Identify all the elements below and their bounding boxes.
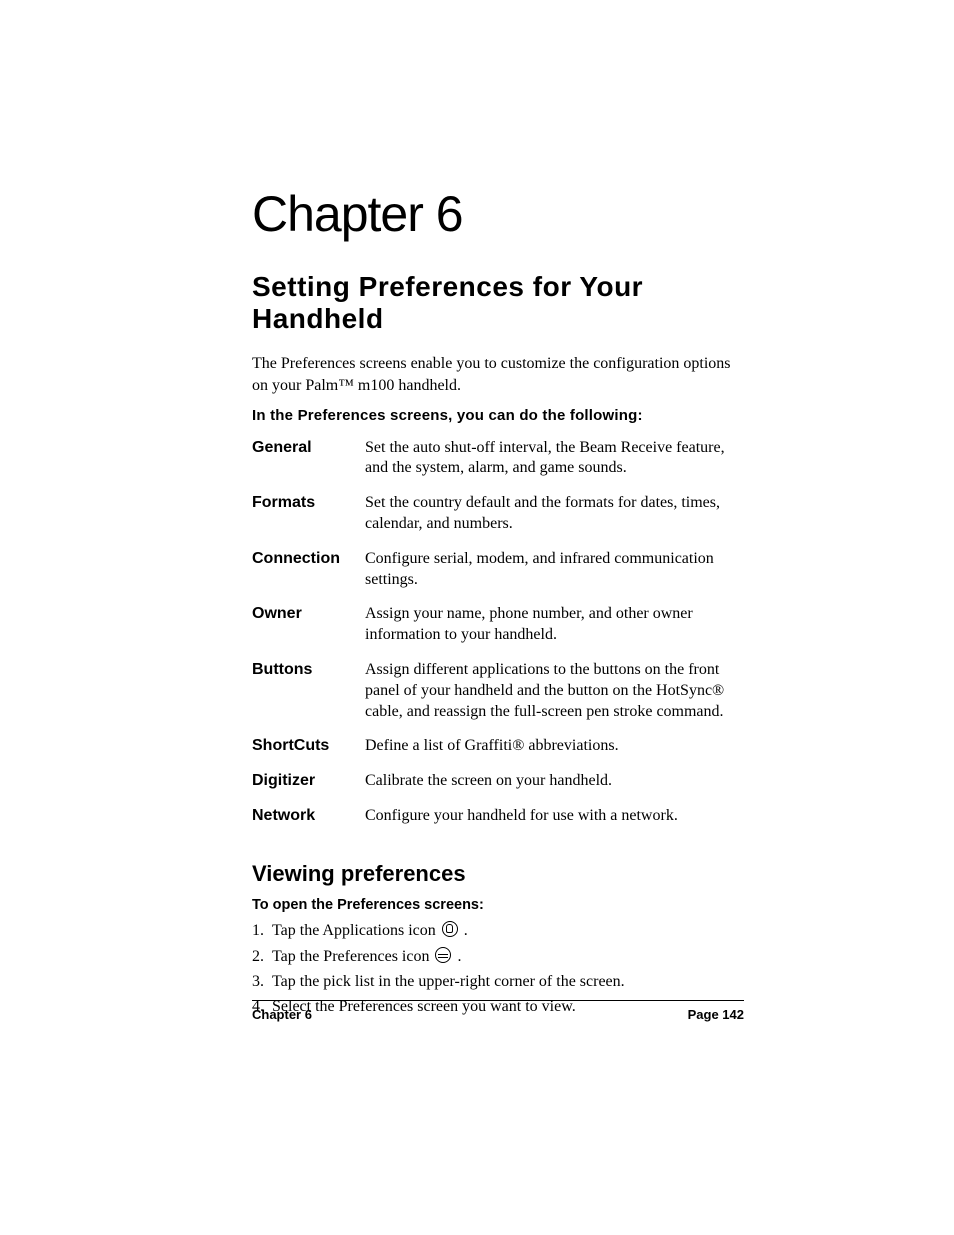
table-row: Network Configure your handheld for use … — [252, 806, 725, 841]
table-row: Buttons Assign different applications to… — [252, 660, 725, 736]
table-row: ShortCuts Define a list of Graffiti® abb… — [252, 736, 725, 771]
footer-chapter: Chapter 6 — [252, 1007, 312, 1022]
page-content: Chapter 6 Setting Preferences for Your H… — [0, 0, 954, 1016]
pref-desc: Set the auto shut-off interval, the Beam… — [365, 438, 725, 494]
step-2: 2. Tap the Preferences icon . — [252, 947, 744, 966]
chapter-title: Chapter 6 — [252, 185, 744, 243]
step-text-post: . — [460, 922, 468, 939]
preferences-table: General Set the auto shut-off interval, … — [252, 438, 725, 841]
table-row: Connection Configure serial, modem, and … — [252, 549, 725, 605]
preferences-icon — [435, 947, 451, 963]
pref-term-general: General — [252, 438, 365, 494]
pref-desc: Configure serial, modem, and infrared co… — [365, 549, 725, 605]
footer-row: Chapter 6 Page 142 — [252, 1007, 744, 1022]
pref-term-owner: Owner — [252, 604, 365, 660]
pref-term-buttons: Buttons — [252, 660, 365, 736]
step-text: Tap the pick list in the upper-right cor… — [272, 973, 625, 990]
subsection-title: Viewing preferences — [252, 861, 744, 887]
step-text: Tap the Preferences icon — [272, 948, 433, 965]
step-1: 1. Tap the Applications icon . — [252, 921, 744, 940]
section-title: Setting Preferences for Your Handheld — [252, 271, 744, 335]
pref-term-connection: Connection — [252, 549, 365, 605]
pref-desc: Set the country default and the formats … — [365, 493, 725, 549]
pref-term-formats: Formats — [252, 493, 365, 549]
intro-paragraph: The Preferences screens enable you to cu… — [252, 353, 744, 396]
table-row: General Set the auto shut-off interval, … — [252, 438, 725, 494]
pref-desc: Assign your name, phone number, and othe… — [365, 604, 725, 660]
page-footer: Chapter 6 Page 142 — [252, 1000, 744, 1022]
footer-page-number: Page 142 — [688, 1007, 744, 1022]
pref-desc: Define a list of Graffiti® abbreviations… — [365, 736, 725, 771]
pref-desc: Configure your handheld for use with a n… — [365, 806, 725, 841]
pref-desc: Assign different applications to the but… — [365, 660, 725, 736]
table-row: Digitizer Calibrate the screen on your h… — [252, 771, 725, 806]
table-row: Owner Assign your name, phone number, an… — [252, 604, 725, 660]
step-3: 3. Tap the pick list in the upper-right … — [252, 973, 744, 991]
pref-term-shortcuts: ShortCuts — [252, 736, 365, 771]
step-text-post: . — [453, 948, 461, 965]
table-row: Formats Set the country default and the … — [252, 493, 725, 549]
pref-term-network: Network — [252, 806, 365, 841]
pref-desc: Calibrate the screen on your handheld. — [365, 771, 725, 806]
sub-heading: In the Preferences screens, you can do t… — [252, 407, 744, 424]
pref-term-digitizer: Digitizer — [252, 771, 365, 806]
step-text: Tap the Applications icon — [272, 922, 440, 939]
applications-icon — [442, 921, 458, 937]
footer-rule — [252, 1000, 744, 1001]
steps-heading: To open the Preferences screens: — [252, 897, 744, 913]
